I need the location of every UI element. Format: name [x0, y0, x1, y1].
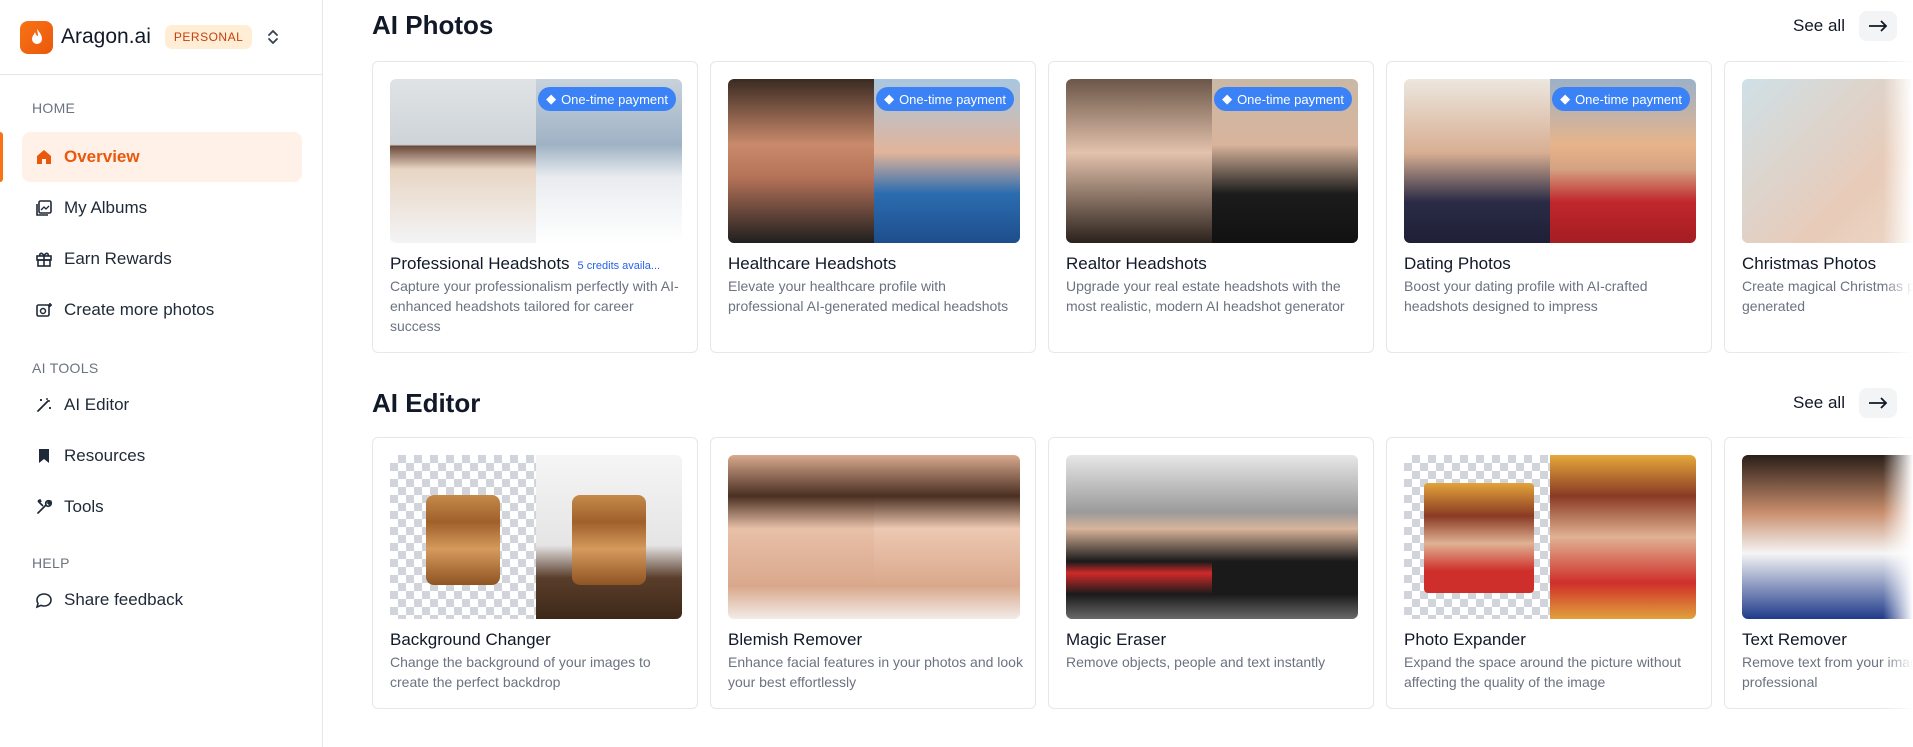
workspace-header[interactable]: Aragon.ai PERSONAL: [0, 0, 322, 75]
card-thumbnail: ◆ One-time payment: [1066, 79, 1358, 243]
card-realtor-headshots[interactable]: ◆ One-time payment Realtor Headshots Upgr…: [1048, 61, 1374, 353]
aragon-logo-icon: [20, 20, 53, 54]
section-label-help: HELP: [32, 555, 70, 571]
card-description: Expand the space around the picture with…: [1404, 654, 1682, 690]
credits-available-label: 5 credits availa...: [577, 260, 661, 272]
home-icon: [34, 147, 54, 167]
sidebar-item-ai-editor[interactable]: AI Editor: [22, 380, 302, 430]
message-icon: [34, 590, 54, 610]
bookmark-icon: [34, 446, 54, 466]
magic-wand-icon: [34, 395, 54, 415]
brand-name: Aragon.ai: [61, 25, 151, 48]
sidebar-item-earn-rewards[interactable]: Earn Rewards: [22, 234, 302, 284]
card-dating-photos[interactable]: ◆ One-time payment Dating Photos Boost yo…: [1386, 61, 1712, 353]
sidebar-item-share-feedback[interactable]: Share feedback: [22, 575, 302, 625]
card-description: Upgrade your real estate headshots with …: [1066, 278, 1345, 314]
sidebar-item-label: Resources: [64, 446, 146, 465]
sidebar-item-tools[interactable]: Tools: [22, 482, 302, 532]
sidebar-item-label: Create more photos: [64, 300, 215, 319]
card-title: Blemish Remover: [728, 630, 863, 649]
card-title: Text Remover: [1742, 630, 1847, 649]
card-photo-expander[interactable]: Photo Expander Expand the space around t…: [1386, 437, 1712, 709]
card-description: Change the background of your images to …: [390, 654, 651, 690]
diamond-icon: ◆: [546, 91, 557, 106]
one-time-payment-badge: ◆ One-time payment: [876, 87, 1014, 111]
sidebar-item-resources[interactable]: Resources: [22, 431, 302, 481]
card-title: Background Changer: [390, 630, 551, 649]
one-time-payment-badge: ◆ One-time payment: [538, 87, 676, 111]
card-title: Healthcare Headshots: [728, 254, 897, 273]
section-title-ai-editor: AI Editor: [372, 388, 481, 418]
card-title: Professional Headshots 5 credits availa..…: [390, 254, 661, 273]
camera-plus-icon: [34, 300, 54, 320]
sidebar-item-create-more-photos[interactable]: Create more photos: [22, 285, 302, 335]
see-all-editor-button[interactable]: See all: [1793, 388, 1897, 418]
card-title: Photo Expander: [1404, 630, 1526, 649]
card-background-changer[interactable]: Background Changer Change the background…: [372, 437, 698, 709]
card-description: Elevate your healthcare profile with pro…: [728, 278, 1009, 314]
diamond-icon: ◆: [1222, 91, 1233, 106]
card-title: Christmas Photos: [1742, 254, 1877, 273]
card-thumbnail: [390, 455, 682, 619]
section-title-ai-photos: AI Photos: [372, 10, 494, 40]
sidebar-item-overview[interactable]: Overview: [22, 132, 302, 182]
card-blemish-remover[interactable]: Blemish Remover Enhance facial features …: [710, 437, 1036, 709]
card-description: Enhance facial features in your photos a…: [728, 654, 1023, 690]
section-label-home: HOME: [32, 100, 76, 116]
card-thumbnail: ◆ One-time payment: [1404, 79, 1696, 243]
arrow-right-icon[interactable]: [1858, 388, 1897, 418]
sidebar-item-my-albums[interactable]: My Albums: [22, 183, 302, 233]
card-description: Capture your professionalism perfectly w…: [390, 278, 679, 334]
tools-icon: [34, 497, 54, 517]
diamond-icon: ◆: [884, 91, 895, 106]
sidebar-item-label: My Albums: [64, 198, 148, 217]
card-title: Dating Photos: [1404, 254, 1511, 273]
card-thumbnail: ◆ One-time payment: [390, 79, 682, 243]
sidebar-item-label: Tools: [64, 497, 104, 516]
sidebar-item-label: Earn Rewards: [64, 249, 172, 268]
card-thumbnail: [1404, 455, 1696, 619]
card-professional-headshots[interactable]: ◆ One-time payment Professional Headshots…: [372, 61, 698, 353]
sidebar-item-label: AI Editor: [64, 395, 130, 414]
card-title: Realtor Headshots: [1066, 254, 1207, 273]
ai-photos-carousel[interactable]: ◆ One-time payment Professional Headshots…: [372, 61, 1913, 353]
diamond-icon: ◆: [1560, 91, 1571, 106]
see-all-label: See all: [1793, 16, 1845, 35]
gift-icon: [34, 249, 54, 269]
see-all-label: See all: [1793, 393, 1845, 412]
carousel-fade: [1883, 61, 1913, 353]
card-thumbnail: [1066, 455, 1358, 619]
main-content: AI Photos See all ◆ One-time payment Prof…: [324, 0, 1913, 747]
section-label-ai-tools: AI TOOLS: [32, 360, 99, 376]
sidebar-item-label: Share feedback: [64, 590, 184, 609]
card-description: Boost your dating profile with AI-crafte…: [1404, 278, 1648, 314]
active-indicator: [0, 132, 3, 182]
card-description: Remove objects, people and text instantl…: [1066, 654, 1326, 670]
chevron-updown-icon[interactable]: [264, 25, 282, 49]
ai-editor-carousel[interactable]: Background Changer Change the background…: [372, 437, 1913, 709]
sidebar-item-label: Overview: [64, 147, 140, 166]
carousel-fade: [1883, 437, 1913, 709]
arrow-right-icon[interactable]: [1858, 11, 1897, 41]
card-thumbnail: [728, 455, 1020, 619]
album-icon: [34, 198, 54, 218]
one-time-payment-badge: ◆ One-time payment: [1214, 87, 1352, 111]
card-healthcare-headshots[interactable]: ◆ One-time payment Healthcare Headshots E…: [710, 61, 1036, 353]
one-time-payment-badge: ◆ One-time payment: [1552, 87, 1690, 111]
card-thumbnail: ◆ One-time payment: [728, 79, 1020, 243]
card-title: Magic Eraser: [1066, 630, 1167, 649]
see-all-photos-button[interactable]: See all: [1793, 11, 1897, 41]
card-magic-eraser[interactable]: Magic Eraser Remove objects, people and …: [1048, 437, 1374, 709]
plan-badge: PERSONAL: [164, 25, 253, 49]
sidebar: Aragon.ai PERSONAL HOME Overview My Albu…: [0, 0, 323, 747]
